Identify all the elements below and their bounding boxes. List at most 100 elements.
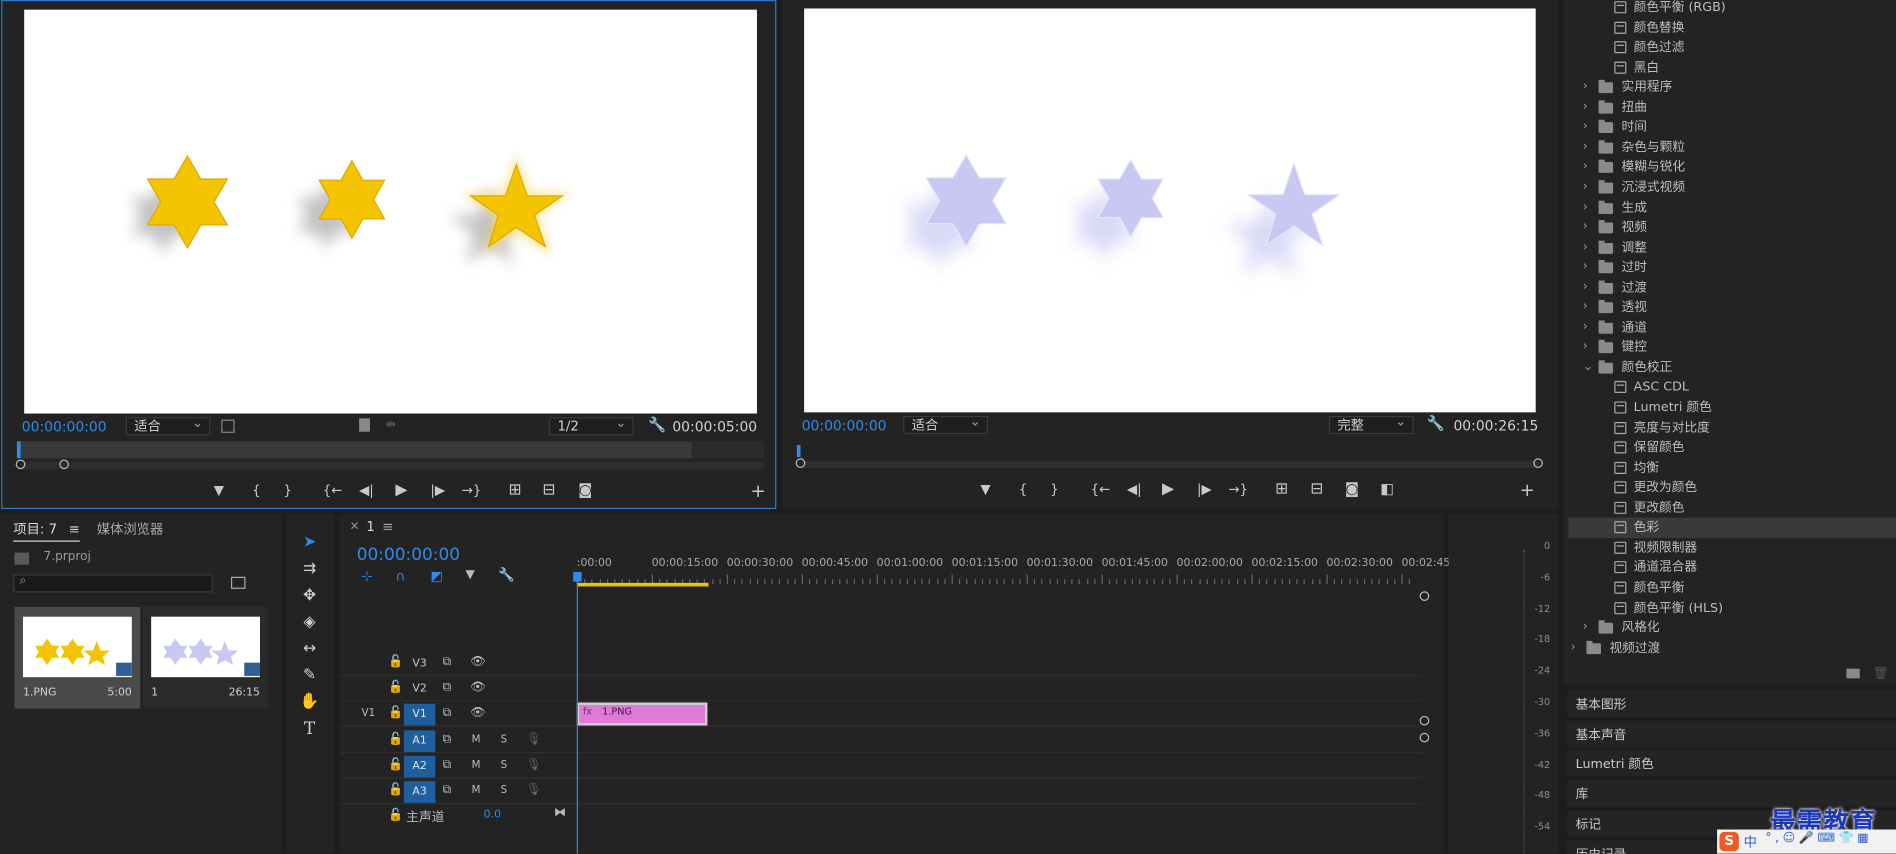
- new-bin-icon[interactable]: [230, 576, 246, 589]
- type-tool[interactable]: T: [297, 717, 321, 741]
- expand-chevron-icon[interactable]: ›: [1583, 298, 1588, 317]
- expand-chevron-icon[interactable]: ›: [1583, 78, 1588, 97]
- expand-chevron-icon[interactable]: ›: [1571, 638, 1576, 657]
- source-time-ruler[interactable]: [16, 441, 765, 459]
- project-item-thumb-2[interactable]: 1 26:15: [142, 607, 269, 709]
- project-search-input[interactable]: ⌕: [13, 574, 213, 593]
- add-marker-timeline-icon[interactable]: ◩: [430, 568, 443, 584]
- program-timecode[interactable]: 00:00:00:00: [802, 417, 887, 434]
- program-step-forward-button[interactable]: |▶: [1193, 481, 1215, 497]
- ime-toolbar[interactable]: S 中 °,☺🎤⌨👕▦: [1717, 829, 1896, 854]
- effect-row[interactable]: 均衡: [1568, 458, 1896, 478]
- program-scroll-handle-left[interactable]: [795, 458, 806, 468]
- expand-chevron-icon[interactable]: ›: [1583, 278, 1588, 297]
- track-target-a1[interactable]: A1: [403, 730, 436, 753]
- effect-row[interactable]: › 时间: [1568, 118, 1896, 138]
- program-lift-button[interactable]: ⊞: [1271, 480, 1293, 498]
- expand-chevron-icon[interactable]: ›: [1583, 238, 1588, 257]
- source-safe-margin-icon[interactable]: [359, 418, 371, 432]
- expand-chevron-icon[interactable]: ›: [1583, 178, 1588, 197]
- track-lock-icon[interactable]: 🔓: [388, 733, 403, 746]
- effect-row[interactable]: › 键控: [1568, 338, 1896, 358]
- program-mark-out-button[interactable]: }: [1044, 481, 1066, 497]
- program-scroll-bar[interactable]: [795, 458, 1543, 468]
- voiceover-mic-icon[interactable]: 🎙: [526, 784, 541, 797]
- source-insert-button[interactable]: ⊞: [504, 481, 526, 499]
- effect-row[interactable]: 颜色过滤: [1568, 38, 1896, 58]
- voiceover-mic-icon[interactable]: 🎙: [526, 733, 541, 746]
- effect-row[interactable]: Lumetri 颜色: [1568, 398, 1896, 418]
- effect-row[interactable]: › 风格化: [1568, 618, 1896, 638]
- expand-chevron-icon[interactable]: ›: [1583, 258, 1588, 277]
- source-step-back-button[interactable]: ◀|: [356, 482, 378, 498]
- effect-row[interactable]: 颜色替换: [1568, 18, 1896, 38]
- program-export-frame-button[interactable]: ◙: [1341, 480, 1363, 497]
- vscroll-handle-bottom[interactable]: [1419, 732, 1430, 743]
- effect-row[interactable]: 更改颜色: [1568, 498, 1896, 518]
- program-compare-button[interactable]: ◧: [1376, 480, 1398, 497]
- timeline-vscroll[interactable]: [1419, 589, 1430, 854]
- effect-row[interactable]: › 视频过渡: [1568, 638, 1896, 658]
- source-marker-button[interactable]: ▼: [208, 482, 230, 498]
- program-wrench-icon[interactable]: 🔧: [1427, 415, 1445, 432]
- project-item-thumb-1[interactable]: 1.PNG 5:00: [14, 607, 141, 709]
- mute-button[interactable]: M: [472, 785, 481, 797]
- track-sync-icon[interactable]: ⧉: [443, 655, 452, 668]
- source-export-frame-button[interactable]: ◙: [574, 481, 596, 498]
- effect-row[interactable]: › 通道: [1568, 318, 1896, 338]
- ime-tray-icons[interactable]: °,☺🎤⌨👕▦: [1765, 832, 1872, 845]
- timeline-tab-name[interactable]: 1: [366, 519, 374, 535]
- source-timecode[interactable]: 00:00:00:00: [22, 418, 107, 435]
- project-tab-menu-icon[interactable]: ≡: [69, 521, 80, 537]
- program-mark-in-button[interactable]: {: [1012, 481, 1034, 497]
- track-lock-icon[interactable]: 🔓: [388, 681, 403, 694]
- linked-selection-icon[interactable]: ∩: [395, 568, 405, 584]
- expand-chevron-icon[interactable]: ›: [1583, 318, 1588, 337]
- source-go-out-button[interactable]: →}: [461, 482, 483, 498]
- source-play-button[interactable]: ▶: [391, 481, 413, 499]
- effect-row[interactable]: 更改为颜色: [1568, 478, 1896, 498]
- program-quality-select[interactable]: 完整: [1328, 414, 1414, 435]
- effect-row[interactable]: ASC CDL: [1568, 378, 1896, 398]
- vscroll-handle-mid[interactable]: [1419, 715, 1430, 726]
- program-go-in-button[interactable]: {←: [1089, 481, 1111, 497]
- source-scroll-handle-left[interactable]: [15, 459, 26, 470]
- effect-row[interactable]: › 杂色与颗粒: [1568, 138, 1896, 158]
- master-lock-icon[interactable]: 🔓: [388, 809, 403, 822]
- track-sync-icon[interactable]: ⧉: [443, 758, 452, 771]
- effect-row[interactable]: › 模糊与锐化: [1568, 158, 1896, 178]
- master-value[interactable]: 0.0: [484, 809, 501, 821]
- effect-row[interactable]: 颜色平衡 (HLS): [1568, 598, 1896, 618]
- slip-tool[interactable]: ↔: [297, 637, 321, 661]
- mute-button[interactable]: M: [472, 734, 481, 746]
- effect-row[interactable]: › 扭曲: [1568, 98, 1896, 118]
- expand-chevron-icon[interactable]: ›: [1583, 98, 1588, 117]
- effect-row[interactable]: › 过渡: [1568, 278, 1896, 298]
- effect-row[interactable]: 亮度与对比度: [1568, 418, 1896, 438]
- effect-row[interactable]: › 沉浸式视频: [1568, 178, 1896, 198]
- source-drag-icon[interactable]: ⇹: [386, 418, 396, 431]
- track-source-label[interactable]: V1: [362, 707, 376, 719]
- track-target-v1[interactable]: V1: [403, 703, 436, 726]
- track-lock-icon[interactable]: 🔓: [388, 758, 403, 771]
- expand-chevron-icon[interactable]: ›: [1583, 158, 1588, 177]
- program-time-ruler[interactable]: [796, 444, 1544, 458]
- marker-icon[interactable]: ▼: [466, 568, 475, 581]
- source-settings-icon[interactable]: [221, 419, 235, 433]
- program-playhead[interactable]: [796, 444, 801, 458]
- media-browser-tab[interactable]: 媒体浏览器: [97, 519, 164, 538]
- track-eye-icon[interactable]: 👁: [470, 681, 485, 694]
- new-bin-effects-icon[interactable]: [1846, 668, 1860, 679]
- track-target-a3[interactable]: A3: [403, 781, 436, 803]
- project-tab[interactable]: 项目: 7 ≡: [13, 519, 80, 542]
- program-zoom-select[interactable]: 适合: [903, 414, 988, 435]
- expand-chevron-icon[interactable]: ›: [1583, 198, 1588, 217]
- track-eye-icon[interactable]: 👁: [470, 655, 485, 668]
- program-marker-button[interactable]: ▼: [975, 481, 997, 497]
- side-panel-2[interactable]: 基本声音: [1567, 719, 1896, 747]
- ripple-edit-tool[interactable]: ✥: [297, 584, 321, 608]
- track-sync-icon[interactable]: ⧉: [443, 681, 452, 694]
- track-sync-icon[interactable]: ⧉: [443, 733, 452, 746]
- source-wrench-icon[interactable]: 🔧: [648, 416, 666, 433]
- timeline-playhead[interactable]: [573, 571, 582, 854]
